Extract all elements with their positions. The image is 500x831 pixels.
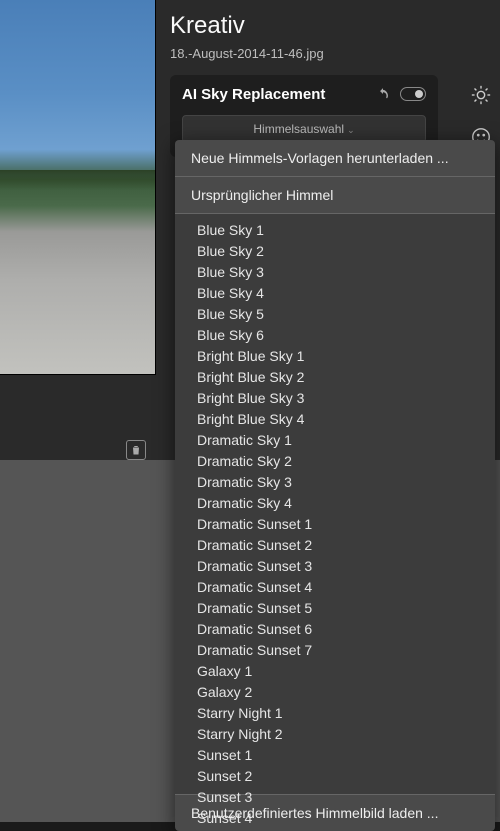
sky-preset-item[interactable]: Bright Blue Sky 2: [175, 367, 495, 388]
sky-preset-item[interactable]: Dramatic Sky 1: [175, 430, 495, 451]
menu-download-templates[interactable]: Neue Himmels-Vorlagen herunterladen ...: [175, 140, 495, 176]
trash-icon[interactable]: [126, 440, 146, 460]
sun-icon[interactable]: [466, 80, 496, 110]
sky-selection-dropdown[interactable]: Himmelsauswahl⌄: [182, 115, 426, 143]
sky-preset-item[interactable]: Blue Sky 5: [175, 304, 495, 325]
sky-preset-item[interactable]: Bright Blue Sky 4: [175, 409, 495, 430]
sky-preset-item[interactable]: Bright Blue Sky 1: [175, 346, 495, 367]
sky-selection-menu: Neue Himmels-Vorlagen herunterladen ... …: [175, 140, 495, 831]
sky-preset-list: Blue Sky 1Blue Sky 2Blue Sky 3Blue Sky 4…: [175, 214, 495, 794]
sky-preset-item[interactable]: Blue Sky 6: [175, 325, 495, 346]
sky-preset-item[interactable]: Dramatic Sky 3: [175, 472, 495, 493]
chevron-down-icon: ⌄: [347, 125, 355, 135]
sky-preset-item[interactable]: Dramatic Sunset 5: [175, 598, 495, 619]
sky-preset-item[interactable]: Dramatic Sky 4: [175, 493, 495, 514]
sky-preset-item[interactable]: Dramatic Sunset 1: [175, 514, 495, 535]
module-title: AI Sky Replacement: [182, 86, 366, 103]
sky-preset-item[interactable]: Dramatic Sunset 3: [175, 556, 495, 577]
sky-preset-item[interactable]: Blue Sky 2: [175, 241, 495, 262]
sky-preset-item[interactable]: Galaxy 2: [175, 682, 495, 703]
sky-preset-item[interactable]: Blue Sky 3: [175, 262, 495, 283]
sky-preset-item[interactable]: Dramatic Sunset 6: [175, 619, 495, 640]
menu-original-sky[interactable]: Ursprünglicher Himmel: [175, 177, 495, 213]
sky-preset-item[interactable]: Sunset 2: [175, 766, 495, 787]
sky-preset-item[interactable]: Dramatic Sunset 2: [175, 535, 495, 556]
sky-preset-item[interactable]: Blue Sky 1: [175, 220, 495, 241]
sky-preset-item[interactable]: Starry Night 2: [175, 724, 495, 745]
sky-preset-item[interactable]: Dramatic Sky 2: [175, 451, 495, 472]
sky-preset-item[interactable]: Dramatic Sunset 4: [175, 577, 495, 598]
sky-preset-item[interactable]: Sunset 1: [175, 745, 495, 766]
sky-preset-item[interactable]: Galaxy 1: [175, 661, 495, 682]
dropdown-label: Himmelsauswahl: [253, 122, 344, 136]
sky-preset-item[interactable]: Dramatic Sunset 7: [175, 640, 495, 661]
preview-image: [0, 0, 156, 375]
page-title: Kreativ: [170, 12, 486, 40]
preview-trash-area: [0, 375, 156, 470]
module-header: AI Sky Replacement: [182, 85, 426, 103]
sky-preset-item[interactable]: Blue Sky 4: [175, 283, 495, 304]
module-toggle[interactable]: [400, 87, 426, 101]
file-name: 18.-August-2014-11-46.jpg: [170, 46, 486, 61]
sky-preset-item[interactable]: Starry Night 1: [175, 703, 495, 724]
sky-preset-item[interactable]: Bright Blue Sky 3: [175, 388, 495, 409]
undo-icon[interactable]: [374, 85, 392, 103]
